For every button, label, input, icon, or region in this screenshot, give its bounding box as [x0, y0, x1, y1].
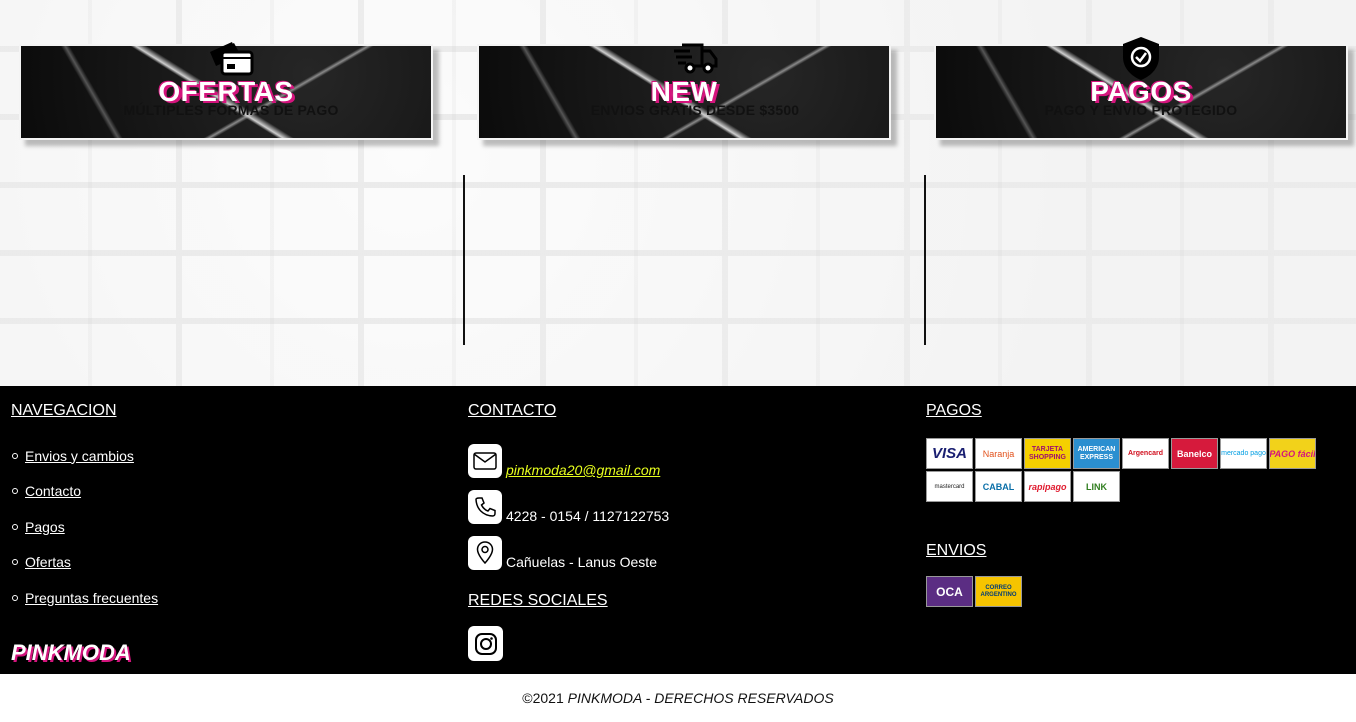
- copyright: ©2021 PINKMODA - DERECHOS RESERVADOS: [0, 690, 1356, 706]
- nav-link-pagos[interactable]: Pagos: [25, 519, 65, 535]
- oca-logo: OCA: [926, 576, 973, 607]
- phone-number: 4228 - 0154 / 1127122753: [506, 508, 670, 524]
- shipping-methods: OCA CORREO ARGENTINO: [926, 576, 1346, 607]
- location-pin-icon: [468, 536, 502, 570]
- correo-argentino-logo: CORREO ARGENTINO: [975, 576, 1022, 607]
- instagram-icon[interactable]: [468, 626, 503, 661]
- divider: [924, 175, 926, 345]
- site-footer: NAVEGACION Envios y cambios Contacto Pag…: [0, 386, 1356, 674]
- mail-icon: [468, 444, 502, 478]
- nav-link-contacto[interactable]: Contacto: [25, 483, 81, 499]
- nav-list: Envios y cambios Contacto Pagos Ofertas …: [11, 438, 441, 616]
- feature-protected: PAGO Y ENVIO PROTEGIDO: [926, 0, 1356, 170]
- brand-logo[interactable]: PINKMODA: [11, 640, 441, 666]
- shipping-heading: ENVIOS: [926, 542, 987, 559]
- nav-item: Envios y cambios: [11, 438, 441, 474]
- banelco-logo: Banelco: [1171, 438, 1218, 469]
- mastercard-logo: mastercard: [926, 471, 973, 502]
- feature-text: ENVIOS GRATIS DESDE $3500: [590, 102, 800, 118]
- copyright-text: PINKMODA - DERECHOS RESERVADOS: [567, 690, 834, 706]
- email-link[interactable]: pinkmoda20@gmail.com: [506, 462, 660, 478]
- rapipago-logo: rapipago: [1024, 471, 1071, 502]
- bullet-icon: [12, 488, 18, 495]
- payment-cards-icon: [208, 38, 254, 78]
- location-text: Cañuelas - Lanus Oeste: [506, 554, 657, 570]
- footer-contact-column: CONTACTO pinkmoda20@gmail.com 4228 - 015…: [468, 386, 898, 661]
- nav-heading: NAVEGACION: [11, 402, 117, 419]
- nav-item: Pagos: [11, 509, 441, 545]
- footer-nav-column: NAVEGACION Envios y cambios Contacto Pag…: [11, 386, 441, 666]
- delivery-truck-icon: [672, 38, 718, 78]
- nav-link-envios[interactable]: Envios y cambios: [25, 448, 134, 464]
- divider: [463, 175, 465, 345]
- bullet-icon: [12, 523, 18, 530]
- amex-logo: AMERICAN EXPRESS: [1073, 438, 1120, 469]
- nav-item: Contacto: [11, 474, 441, 510]
- argencard-logo: Argencard: [1122, 438, 1169, 469]
- social-heading: REDES SOCIALES: [468, 592, 608, 609]
- payments-heading: PAGOS: [926, 402, 982, 419]
- social-links: [468, 626, 898, 661]
- phone-icon: [468, 490, 502, 524]
- cabal-logo: CABAL: [975, 471, 1022, 502]
- visa-logo: VISA: [926, 438, 973, 469]
- footer-payments-column: PAGOS VISA Naranja TARJETA SHOPPING AMER…: [926, 386, 1346, 607]
- bullet-icon: [12, 452, 18, 459]
- contact-heading: CONTACTO: [468, 402, 557, 419]
- tarjeta-shopping-logo: TARJETA SHOPPING: [1024, 438, 1071, 469]
- feature-free-shipping: ENVIOS GRATIS DESDE $3500: [465, 0, 925, 170]
- bullet-icon: [12, 559, 18, 566]
- naranja-logo: Naranja: [975, 438, 1022, 469]
- nav-link-ofertas[interactable]: Ofertas: [25, 554, 71, 570]
- feature-text: MÚLTIPLES FORMAS DE PAGO: [123, 102, 339, 118]
- feature-text: PAGO Y ENVIO PROTEGIDO: [1044, 102, 1238, 118]
- nav-item: Ofertas: [11, 545, 441, 581]
- bullet-icon: [12, 594, 18, 601]
- pago-facil-logo: PAGO fácil: [1269, 438, 1316, 469]
- shield-check-icon: [1121, 37, 1161, 80]
- mercado-pago-logo: mercado pago: [1220, 438, 1267, 469]
- feature-payment-methods: MÚLTIPLES FORMAS DE PAGO: [0, 0, 462, 170]
- payment-methods-grid: VISA Naranja TARJETA SHOPPING AMERICAN E…: [926, 438, 1346, 502]
- contact-location-row: Cañuelas - Lanus Oeste: [468, 536, 898, 570]
- link-logo: LINK: [1073, 471, 1120, 502]
- contact-phone-row: 4228 - 0154 / 1127122753: [468, 490, 898, 524]
- copyright-year: ©2021: [522, 690, 568, 706]
- contact-email-row: pinkmoda20@gmail.com: [468, 444, 898, 478]
- nav-item: Preguntas frecuentes: [11, 580, 441, 616]
- nav-link-faq[interactable]: Preguntas frecuentes: [25, 590, 158, 606]
